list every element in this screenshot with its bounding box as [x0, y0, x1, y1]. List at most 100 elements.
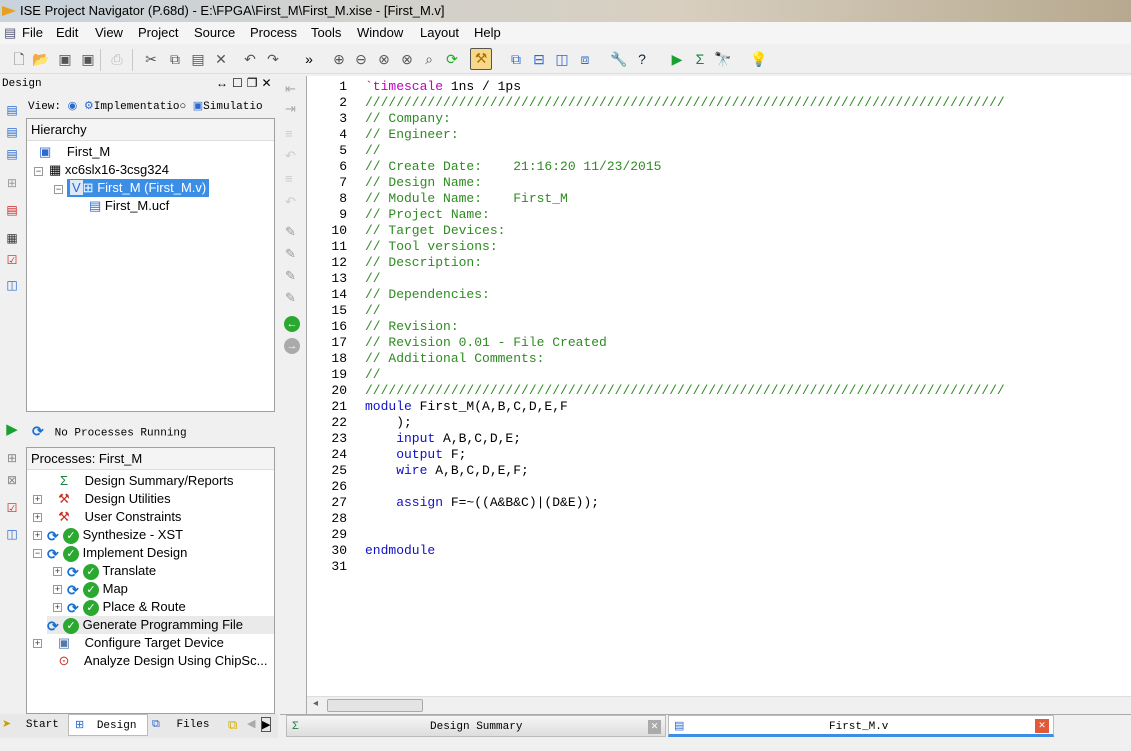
- check-process-icon[interactable]: ☑: [4, 500, 20, 516]
- menu-project[interactable]: Project: [138, 22, 178, 44]
- comment-icon[interactable]: ≡: [285, 126, 293, 141]
- tab-start[interactable]: ➤ Start: [2, 714, 66, 736]
- code-line[interactable]: //: [365, 271, 381, 287]
- code-line[interactable]: wire A,B,C,D,E,F;: [365, 463, 529, 479]
- restore-icon[interactable]: ❐: [247, 76, 262, 90]
- tab-first-m-v[interactable]: ▤ First_M.v ✕: [668, 715, 1054, 737]
- expand-icon[interactable]: +: [33, 639, 42, 648]
- code-line[interactable]: );: [365, 415, 412, 431]
- code-line[interactable]: // Create Date: 21:16:20 11/23/2015: [365, 159, 669, 175]
- check-doc-icon[interactable]: ☑: [4, 252, 20, 268]
- code-line[interactable]: ////////////////////////////////////////…: [365, 383, 1005, 399]
- process-item[interactable]: ⟳ ✓ Place & Route: [67, 598, 186, 616]
- code-line[interactable]: //: [365, 303, 381, 319]
- undo-format-icon[interactable]: ↶: [285, 194, 296, 210]
- menu-source[interactable]: Source: [194, 22, 235, 44]
- new-file-icon[interactable]: 🗋: [10, 50, 28, 68]
- menu-process[interactable]: Process: [250, 22, 297, 44]
- code-line[interactable]: // Tool versions:: [365, 239, 505, 255]
- menu-view[interactable]: View: [95, 22, 123, 44]
- zoom-full-icon[interactable]: ⊗: [375, 50, 393, 68]
- cascade-icon[interactable]: ⧉: [507, 50, 525, 68]
- code-line[interactable]: // Design Name:: [365, 175, 490, 191]
- expand-icon[interactable]: +: [33, 531, 42, 540]
- code-line[interactable]: // Engineer:: [365, 127, 466, 143]
- add-copy-source-icon[interactable]: ▤: [4, 146, 20, 162]
- code-line[interactable]: ////////////////////////////////////////…: [365, 95, 1005, 111]
- tile-vertical-icon[interactable]: ◫: [553, 50, 571, 68]
- tab-design[interactable]: ⊞ Design: [68, 714, 148, 736]
- code-line[interactable]: input A,B,C,D,E;: [365, 431, 521, 447]
- unindent-icon[interactable]: ⇤: [285, 81, 296, 97]
- format-icon[interactable]: ≡: [285, 171, 293, 186]
- stop-icon[interactable]: ⊠: [4, 472, 20, 488]
- new-source-icon[interactable]: ▤: [4, 102, 20, 118]
- radio-simulation[interactable]: ○: [180, 101, 187, 113]
- collapse-icon[interactable]: −: [54, 185, 63, 194]
- close-tab-icon[interactable]: ✕: [648, 720, 661, 734]
- code-line[interactable]: // Company:: [365, 111, 459, 127]
- tab-files[interactable]: ⧉ Files: [152, 714, 222, 736]
- expand-icon[interactable]: +: [53, 585, 62, 594]
- window-icon[interactable]: ⧈: [576, 50, 594, 68]
- code-line[interactable]: // Target Devices:: [365, 223, 513, 239]
- print-icon[interactable]: ⎙: [108, 50, 126, 68]
- code-line[interactable]: // Revision 0.01 - File Created: [365, 335, 607, 351]
- process-item[interactable]: ⚒ User Constraints: [47, 508, 181, 526]
- properties-icon[interactable]: ◫: [4, 526, 20, 542]
- code-line[interactable]: endmodule: [365, 543, 435, 559]
- code-line[interactable]: //: [365, 143, 388, 159]
- save-all-icon[interactable]: ▣: [79, 50, 97, 68]
- menu-tools[interactable]: Tools: [311, 22, 341, 44]
- process-item[interactable]: ▣ Configure Target Device: [47, 634, 224, 652]
- code-line[interactable]: // Description:: [365, 255, 490, 271]
- overflow-icon[interactable]: »: [300, 50, 318, 68]
- tab-scroll-right-icon[interactable]: ▶: [261, 717, 272, 732]
- code-line[interactable]: module First_M(A,B,C,D,E,F: [365, 399, 568, 415]
- expand-icon[interactable]: +: [33, 513, 42, 522]
- process-item[interactable]: ⟳ ✓ Synthesize - XST: [47, 526, 183, 544]
- menu-window[interactable]: Window: [357, 22, 403, 44]
- tree-item-top-module[interactable]: V ⊞ First_M (First_M.v): [67, 179, 210, 197]
- copy-icon[interactable]: ⧉: [166, 50, 184, 68]
- close-icon[interactable]: ✕: [262, 76, 276, 90]
- maximize-icon[interactable]: ☐: [232, 76, 247, 90]
- redo-icon[interactable]: ↷: [264, 50, 282, 68]
- collapse-icon[interactable]: −: [33, 549, 42, 558]
- code-line[interactable]: // Module Name: First_M: [365, 191, 576, 207]
- bookmark-next-icon[interactable]: ✎: [285, 246, 296, 262]
- view-option-implementation[interactable]: Implementatio: [94, 101, 180, 113]
- back-icon[interactable]: ←: [284, 316, 300, 332]
- undo-icon[interactable]: ↶: [241, 50, 259, 68]
- expand-icon[interactable]: +: [53, 567, 62, 576]
- tree-item-ucf[interactable]: ▤ First_M.ucf: [89, 197, 169, 215]
- horizontal-scrollbar[interactable]: ◂: [307, 696, 1131, 714]
- code-line[interactable]: assign F=~((A&B&C)|(D&E));: [365, 495, 599, 511]
- save-icon[interactable]: ▣: [56, 50, 74, 68]
- scroll-left-icon[interactable]: ◂: [313, 698, 318, 709]
- code-line[interactable]: //: [365, 367, 381, 383]
- indent-icon[interactable]: ⇥: [285, 101, 296, 117]
- close-tab-icon[interactable]: ✕: [1035, 719, 1049, 733]
- process-item[interactable]: ⟳ ✓ Generate Programming File: [47, 616, 274, 634]
- code-line[interactable]: // Additional Comments:: [365, 351, 552, 367]
- delete-icon[interactable]: ✕: [212, 50, 230, 68]
- tile-horizontal-icon[interactable]: ⊟: [530, 50, 548, 68]
- cut-icon[interactable]: ✂: [142, 50, 160, 68]
- process-item[interactable]: ⟳ ✓ Translate: [67, 562, 156, 580]
- hierarchy-icon[interactable]: ⊞: [4, 175, 20, 191]
- refresh-icon[interactable]: ⟳: [443, 50, 461, 68]
- lightbulb-icon[interactable]: 💡: [750, 50, 768, 68]
- code-editor[interactable]: 1 `timescale 1ns / 1ps 2//////////////////…: [306, 76, 1131, 714]
- collapse-icon[interactable]: −: [34, 167, 43, 176]
- rerun-icon[interactable]: ⊞: [4, 450, 20, 466]
- scrollbar-thumb[interactable]: [327, 699, 423, 712]
- chip-icon[interactable]: ▦: [4, 230, 20, 246]
- menu-layout[interactable]: Layout: [420, 22, 459, 44]
- bookmark-prev-icon[interactable]: ✎: [285, 268, 296, 284]
- menu-help[interactable]: Help: [474, 22, 501, 44]
- code-line[interactable]: `timescale 1ns / 1ps: [365, 79, 521, 95]
- view-option-simulation[interactable]: Simulatio: [203, 101, 262, 113]
- code-line[interactable]: output F;: [365, 447, 466, 463]
- code-line[interactable]: // Revision:: [365, 319, 466, 335]
